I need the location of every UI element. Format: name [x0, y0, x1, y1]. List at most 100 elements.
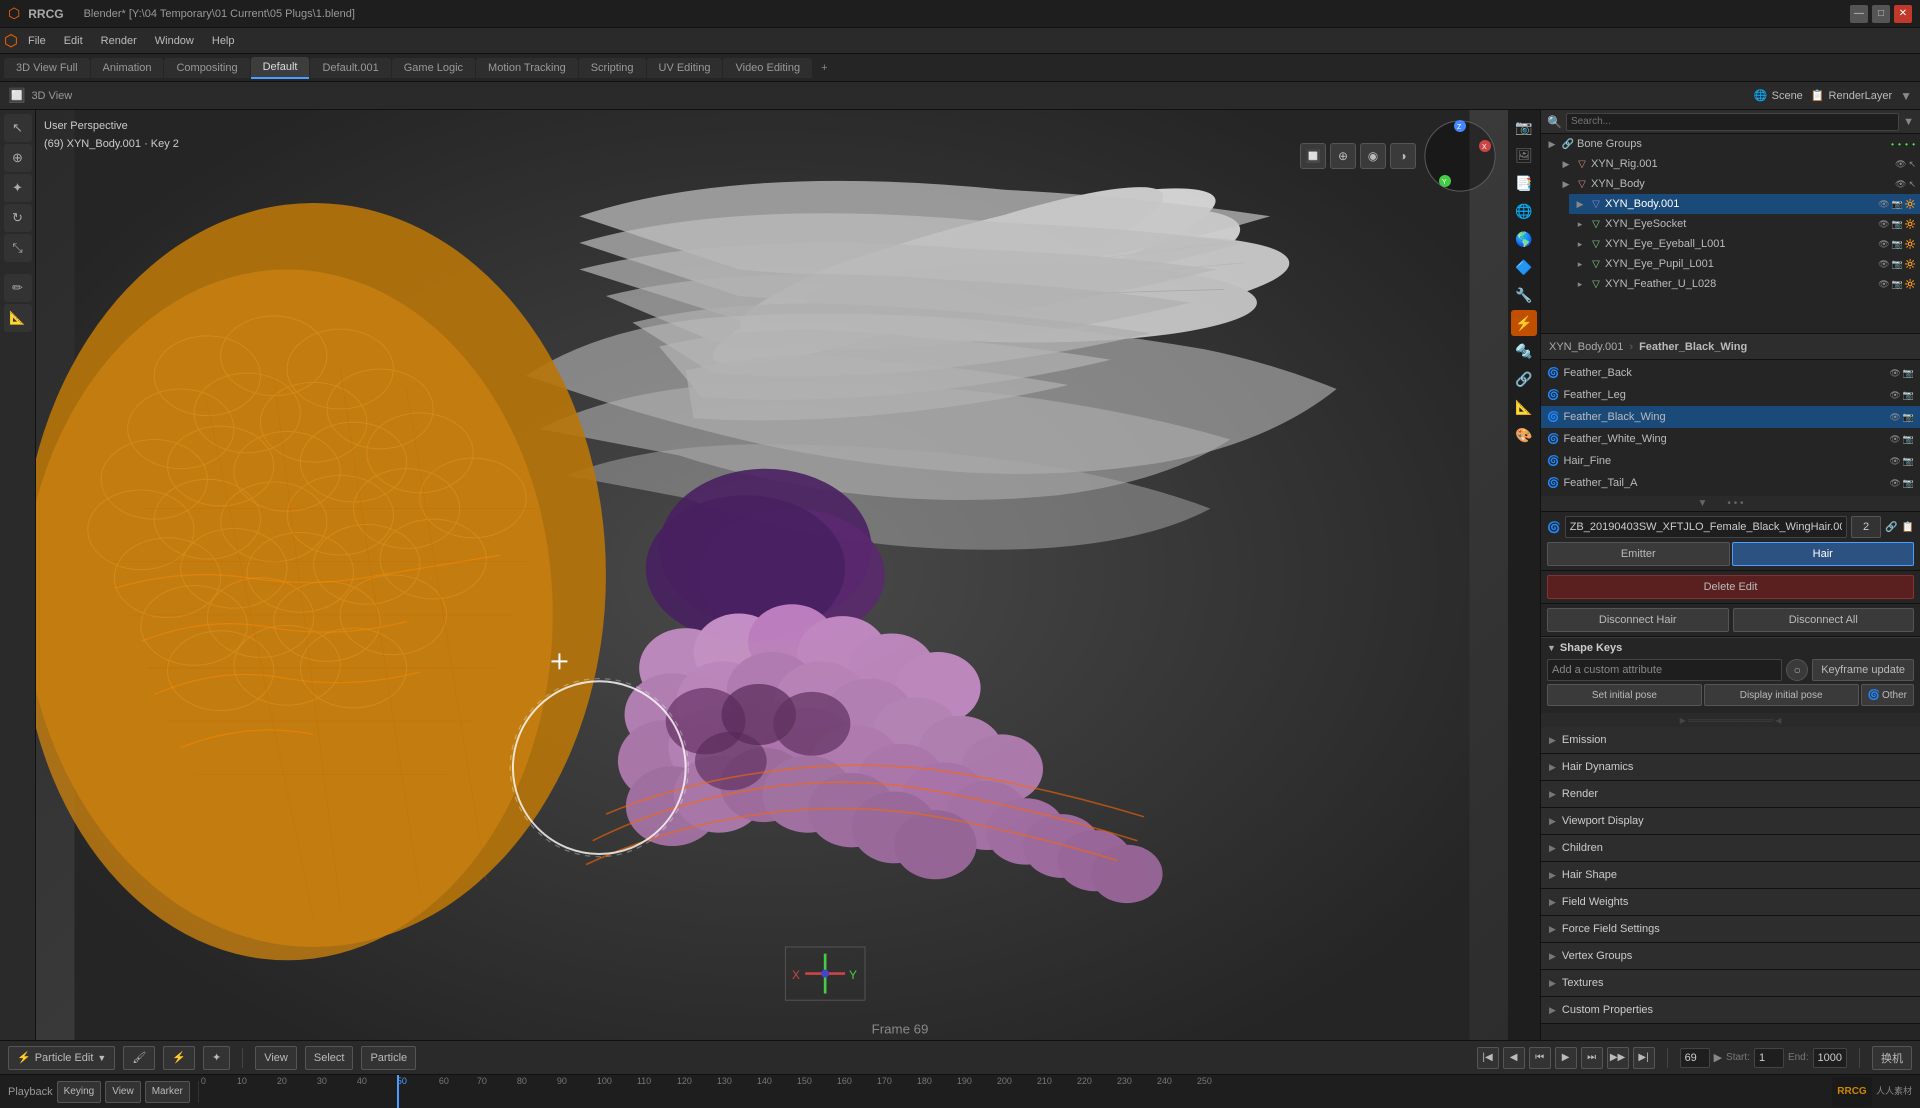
keyframe-update-button[interactable]: Keyframe update: [1812, 659, 1914, 681]
delete-edit-button[interactable]: Delete Edit: [1547, 575, 1914, 599]
attribute-circle-button[interactable]: ○: [1786, 659, 1808, 681]
tl-keying-btn[interactable]: Keying: [57, 1081, 102, 1103]
set-initial-pose-button[interactable]: Set initial pose: [1547, 684, 1702, 706]
render-header[interactable]: ▶ Render: [1541, 781, 1920, 807]
filter-icon[interactable]: ▼: [1900, 89, 1912, 103]
prop-icon-scene[interactable]: 🌐: [1511, 198, 1537, 224]
add-custom-attribute-field[interactable]: Add a custom attribute: [1547, 659, 1782, 681]
particle-item-feather-back[interactable]: 🌀 Feather_Back 👁 📷: [1541, 362, 1920, 384]
tool-scale[interactable]: ⤡: [4, 234, 32, 262]
tl-marker-btn[interactable]: Marker: [145, 1081, 190, 1103]
tool-move[interactable]: ✦: [4, 174, 32, 202]
maximize-button[interactable]: □: [1872, 5, 1890, 23]
tab-gamelogic[interactable]: Game Logic: [392, 58, 475, 78]
prev-keyframe-button[interactable]: ⏮: [1529, 1047, 1551, 1069]
particle-sys-copy-icon[interactable]: 📋: [1902, 522, 1914, 533]
prop-icon-modifier[interactable]: 🔧: [1511, 282, 1537, 308]
emitter-button[interactable]: Emitter: [1547, 542, 1730, 566]
custom-properties-header[interactable]: ▶ Custom Properties: [1541, 997, 1920, 1023]
particle-item-feather-black-wing[interactable]: 🌀 Feather_Black_Wing 👁 📷: [1541, 406, 1920, 428]
prop-icon-output[interactable]: 🖼: [1511, 142, 1537, 168]
vertex-groups-header[interactable]: ▶ Vertex Groups: [1541, 943, 1920, 969]
textures-header[interactable]: ▶ Textures: [1541, 970, 1920, 996]
particle-item-feather-white-wing[interactable]: 🌀 Feather_White_Wing 👁 📷: [1541, 428, 1920, 450]
camera-switch-button[interactable]: 换机: [1872, 1046, 1912, 1070]
prop-icon-particles[interactable]: ⚡: [1511, 310, 1537, 336]
children-header[interactable]: ▶ Children: [1541, 835, 1920, 861]
scene-selector[interactable]: 🌐 Scene: [1754, 89, 1803, 102]
menu-window[interactable]: Window: [147, 33, 202, 49]
particle-sys-link-icon[interactable]: 🔗: [1885, 522, 1897, 533]
outliner-search[interactable]: [1566, 113, 1899, 131]
hair-shape-header[interactable]: ▶ Hair Shape: [1541, 862, 1920, 888]
pl-cam-6[interactable]: 📷: [1903, 478, 1914, 489]
vp-viewport-shading[interactable]: ◑: [1390, 143, 1416, 169]
current-frame-field[interactable]: 69: [1680, 1048, 1710, 1068]
start-frame-field[interactable]: 1: [1754, 1048, 1784, 1068]
prop-icon-physics[interactable]: 🔩: [1511, 338, 1537, 364]
vis-eye-icon-5[interactable]: 👁: [1878, 239, 1889, 250]
vis-cursor-icon-2[interactable]: ↖: [1908, 179, 1916, 190]
vp-overlay-toggle[interactable]: ◉: [1360, 143, 1386, 169]
vis-cam-icon-7[interactable]: 📷: [1892, 279, 1903, 290]
hair-button[interactable]: Hair: [1732, 542, 1915, 566]
emission-header[interactable]: ▶ Emission: [1541, 727, 1920, 753]
vp-view-options[interactable]: 🔲: [1300, 143, 1326, 169]
jump-start-button[interactable]: |◀: [1477, 1047, 1499, 1069]
outliner-xyn-body001[interactable]: ▶ ▽ XYN_Body.001 👁 📷 🔆: [1569, 194, 1920, 214]
viewport-display-header[interactable]: ▶ Viewport Display: [1541, 808, 1920, 834]
pl-eye-4[interactable]: 👁: [1889, 434, 1900, 445]
disconnect-all-button[interactable]: Disconnect All: [1733, 608, 1915, 632]
tab-scripting[interactable]: Scripting: [579, 58, 646, 78]
outliner-xyn-pupil[interactable]: ▸ ▽ XYN_Eye_Pupil_L001 👁 📷 🔆: [1569, 254, 1920, 274]
tool-cursor[interactable]: ⊕: [4, 144, 32, 172]
particle-item-feather-leg[interactable]: 🌀 Feather_Leg 👁 📷: [1541, 384, 1920, 406]
pl-eye-3[interactable]: 👁: [1889, 412, 1900, 423]
vis-render-icon-3[interactable]: 🔆: [1905, 199, 1916, 210]
hair-dynamics-header[interactable]: ▶ Hair Dynamics: [1541, 754, 1920, 780]
pl-cam-2[interactable]: 📷: [1903, 390, 1914, 401]
tab-uvediting[interactable]: UV Editing: [647, 58, 723, 78]
timeline[interactable]: Playback Keying View Marker 0 10 20 30 4…: [0, 1074, 1920, 1108]
shape-keys-arrow-icon[interactable]: ▼: [1547, 643, 1556, 653]
field-weights-header[interactable]: ▶ Field Weights: [1541, 889, 1920, 915]
menu-render[interactable]: Render: [93, 33, 145, 49]
particle-menu[interactable]: Particle: [361, 1046, 416, 1070]
display-initial-pose-button[interactable]: Display initial pose: [1704, 684, 1859, 706]
play-forward-button[interactable]: ▶▶: [1607, 1047, 1629, 1069]
jump-end-button[interactable]: ▶|: [1633, 1047, 1655, 1069]
outliner-bone-groups[interactable]: ▶ 🔗 Bone Groups • • • •: [1541, 134, 1920, 154]
pl-eye-6[interactable]: 👁: [1889, 478, 1900, 489]
menu-file[interactable]: File: [20, 33, 54, 49]
tab-3dviewfull[interactable]: 3D View Full: [4, 58, 90, 78]
prop-icon-render[interactable]: 📷: [1511, 114, 1537, 140]
tool-select[interactable]: ↖: [4, 114, 32, 142]
menu-edit[interactable]: Edit: [56, 33, 91, 49]
outliner-xyn-feather[interactable]: ▸ ▽ XYN_Feather_U_L028 👁 📷 🔆: [1569, 274, 1920, 294]
prop-icon-viewlayer[interactable]: 📑: [1511, 170, 1537, 196]
force-field-header[interactable]: ▶ Force Field Settings: [1541, 916, 1920, 942]
prop-icon-material[interactable]: 🎨: [1511, 422, 1537, 448]
vis-cam-icon-4[interactable]: 📷: [1892, 219, 1903, 230]
tool-icon-set[interactable]: 🖌: [123, 1046, 155, 1070]
vis-render-icon-4[interactable]: 🔆: [1905, 219, 1916, 230]
pl-eye-5[interactable]: 👁: [1889, 456, 1900, 467]
mode-selector[interactable]: ⚡ Particle Edit ▼: [8, 1046, 115, 1070]
end-frame-field[interactable]: 1000: [1813, 1048, 1847, 1068]
vis-eye-icon-7[interactable]: 👁: [1878, 279, 1889, 290]
minimize-button[interactable]: —: [1850, 5, 1868, 23]
close-button[interactable]: ✕: [1894, 5, 1912, 23]
particle-tool-btns[interactable]: ⚡: [163, 1046, 195, 1070]
outliner-filter-icon[interactable]: ▼: [1903, 116, 1914, 128]
tab-motiontracking[interactable]: Motion Tracking: [476, 58, 578, 78]
navigation-gizmo[interactable]: X Y Z: [1420, 116, 1500, 196]
vis-eye-icon-2[interactable]: 👁: [1895, 179, 1906, 190]
viewport[interactable]: RRCG 人人素材 RRCG: [36, 110, 1508, 1040]
vp-gizmo-toggle[interactable]: ⊕: [1330, 143, 1356, 169]
pl-cam-5[interactable]: 📷: [1903, 456, 1914, 467]
vis-cam-icon-6[interactable]: 📷: [1892, 259, 1903, 270]
tool-rotate[interactable]: ↻: [4, 204, 32, 232]
tab-animation[interactable]: Animation: [91, 58, 164, 78]
menu-help[interactable]: Help: [204, 33, 243, 49]
pl-cam-3[interactable]: 📷: [1903, 412, 1914, 423]
